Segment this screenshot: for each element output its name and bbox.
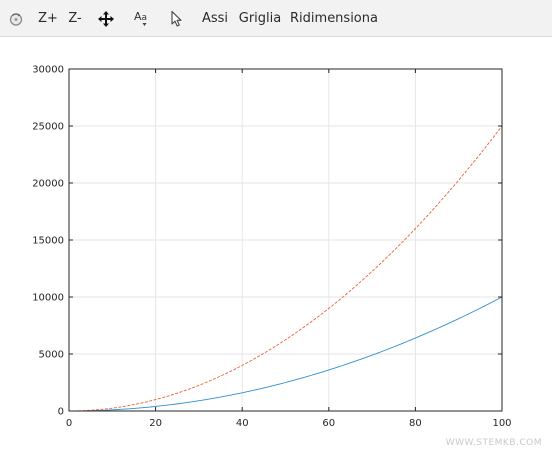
x-tick-label: 40 [236, 418, 249, 429]
y-tick-label: 25000 [32, 122, 64, 133]
x-tick-label: 100 [492, 418, 511, 429]
zoom-out-button[interactable]: Z- [63, 0, 87, 37]
y-tick-label: 5000 [39, 350, 64, 361]
plot-window: Z+ Z- A a Assi Griglia Ridimensiona 0 20 4… [0, 0, 552, 458]
y-tick-label: 30000 [32, 65, 64, 76]
rotate-icon[interactable] [4, 0, 28, 37]
zoom-in-button[interactable]: Z+ [36, 0, 60, 37]
line-chart: 0 20 40 60 80 100 0 5000 10000 15000 20000 25000 300… [32, 65, 511, 430]
watermark: WWW.STEMKB.COM [445, 438, 542, 448]
x-tick-label: 60 [322, 418, 335, 429]
axes-button[interactable]: Assi [198, 0, 232, 37]
y-tick-label: 15000 [32, 236, 64, 247]
pointer-icon[interactable] [166, 0, 188, 37]
x-tick-label: 80 [409, 418, 422, 429]
x-tick-label: 20 [149, 418, 162, 429]
autoscale-button[interactable]: Ridimensiona [289, 0, 379, 37]
text-icon[interactable]: A a [130, 0, 154, 37]
pan-icon[interactable] [94, 0, 118, 37]
y-tick-label: 10000 [32, 293, 64, 304]
x-tick-label: 0 [66, 418, 72, 429]
svg-text:a: a [142, 13, 148, 23]
grid-button[interactable]: Griglia [237, 0, 283, 37]
figure-toolbar: Z+ Z- A a Assi Griglia Ridimensiona [0, 0, 552, 37]
y-tick-label: 20000 [32, 179, 64, 190]
y-tick-label: 0 [58, 407, 64, 418]
plot-area[interactable]: 0 20 40 60 80 100 0 5000 10000 15000 20000 25000 300… [0, 37, 552, 458]
